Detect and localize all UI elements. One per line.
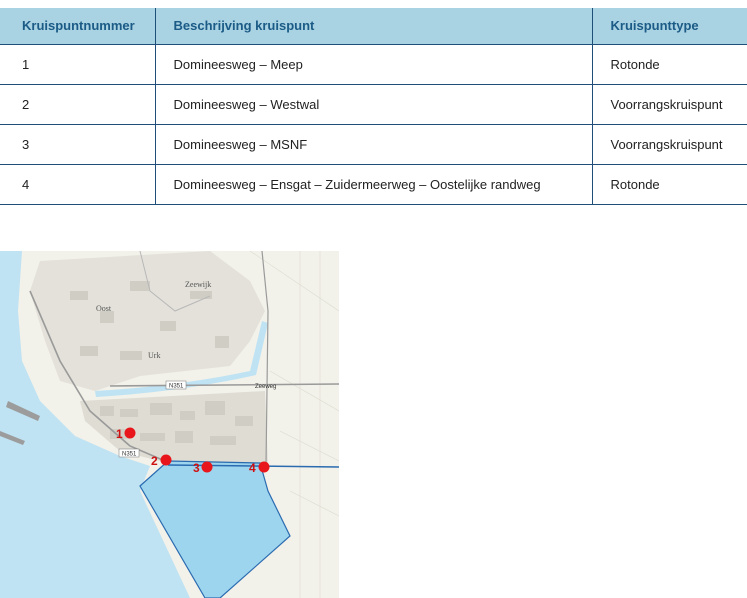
table-row: 3 Domineesweg – MSNF Voorrangskruispunt [0, 124, 747, 165]
marker-label: 3 [193, 461, 200, 475]
cell-type: Voorrangskruispunt [592, 124, 747, 165]
cell-nummer: 2 [0, 84, 155, 125]
cell-nummer: 1 [0, 44, 155, 85]
marker-label: 2 [151, 454, 158, 468]
marker-label: 1 [116, 427, 123, 441]
table-row: 4 Domineesweg – Ensgat – Zuidermeerweg –… [0, 164, 747, 205]
table-header-row: Kruispuntnummer Beschrijving kruispunt K… [0, 8, 747, 45]
road-label-n351: N351 [122, 452, 137, 458]
cell-beschrijving: Domineesweg – Meep [154, 44, 593, 85]
cell-type: Voorrangskruispunt [592, 84, 747, 125]
header-beschrijving: Beschrijving kruispunt [154, 8, 593, 45]
location-map: Urk Zeewijk Oost Zeeweg N351 N351 1 2 3 … [0, 251, 339, 598]
header-kruispunttype: Kruispunttype [592, 8, 747, 45]
cell-beschrijving: Domineesweg – MSNF [154, 124, 593, 165]
road-label-n351: N351 [169, 384, 184, 390]
table-row: 2 Domineesweg – Westwal Voorrangskruispu… [0, 84, 747, 125]
cell-nummer: 3 [0, 124, 155, 165]
cell-nummer: 4 [0, 164, 155, 205]
place-label-zeewijk: Zeewijk [185, 280, 211, 289]
crossings-table: Kruispuntnummer Beschrijving kruispunt K… [0, 8, 747, 205]
cell-beschrijving: Domineesweg – Ensgat – Zuidermeerweg – O… [154, 164, 593, 205]
place-label-urk: Urk [148, 351, 160, 360]
place-label-oost: Oost [96, 304, 112, 313]
cell-type: Rotonde [592, 164, 747, 205]
table-row: 1 Domineesweg – Meep Rotonde [0, 44, 747, 85]
cell-type: Rotonde [592, 44, 747, 85]
road-label-zeeweg: Zeeweg [255, 384, 276, 390]
marker-label: 4 [249, 461, 256, 475]
header-kruispuntnummer: Kruispuntnummer [0, 8, 155, 45]
cell-beschrijving: Domineesweg – Westwal [154, 84, 593, 125]
